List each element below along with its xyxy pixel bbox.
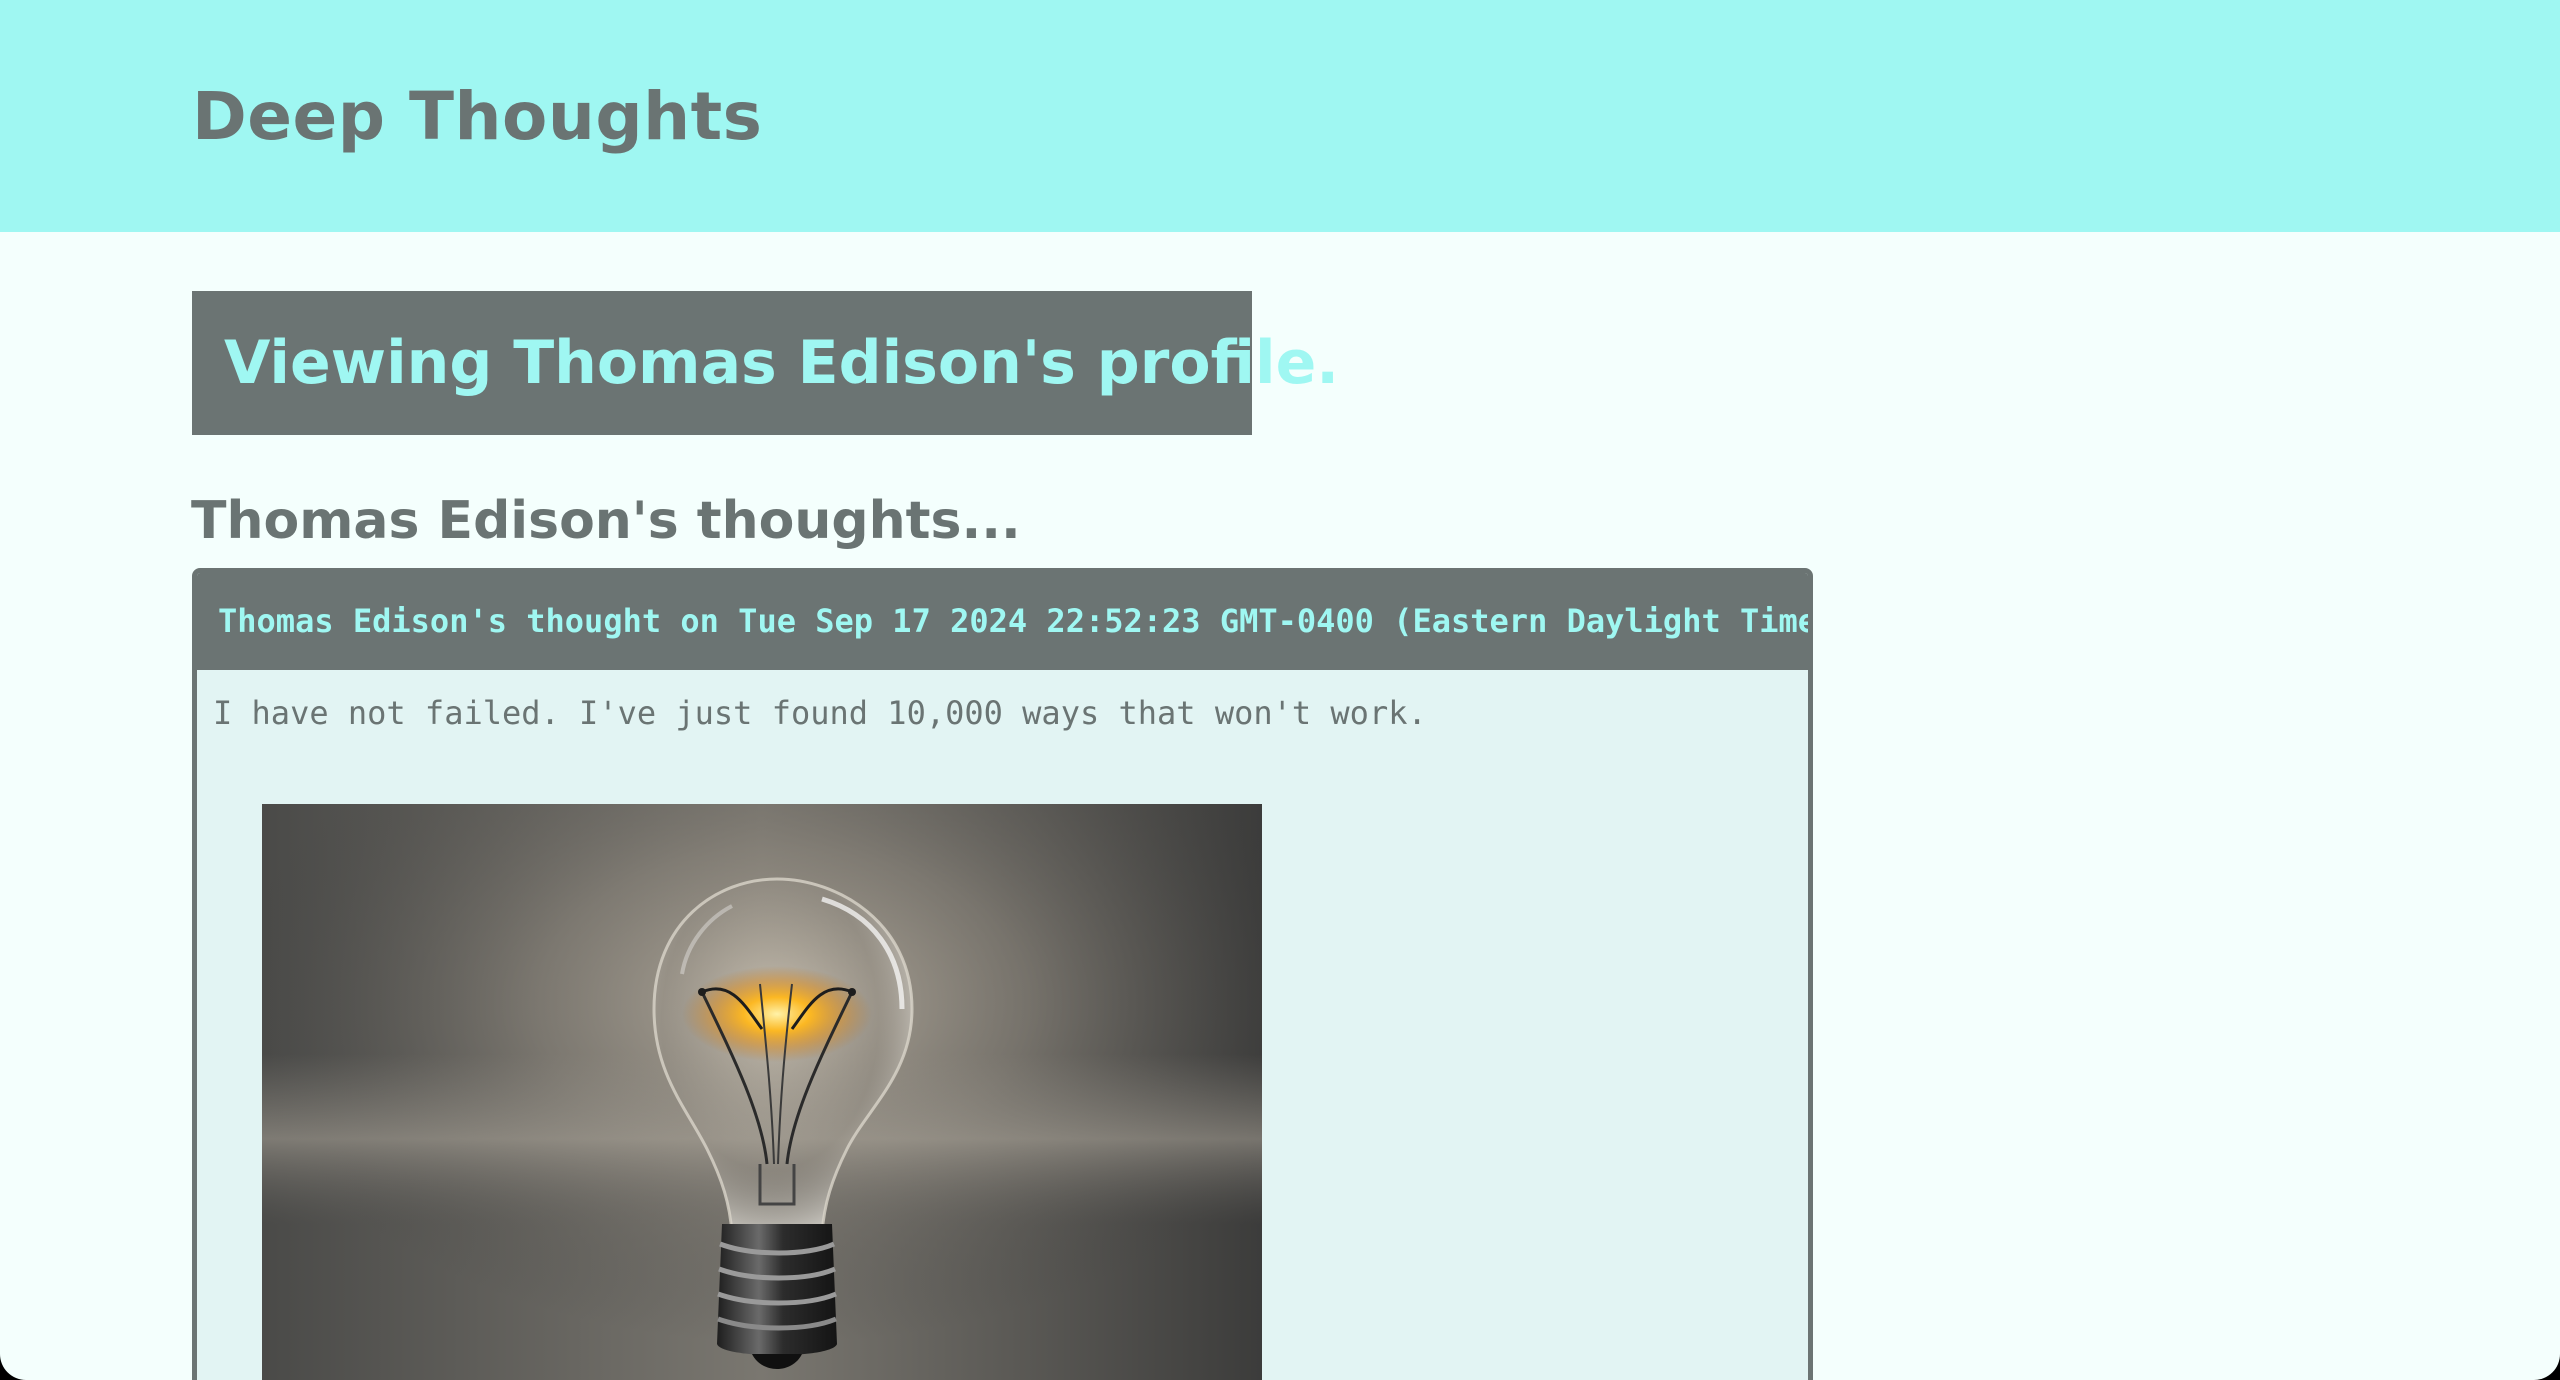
- site-title[interactable]: Deep Thoughts: [192, 72, 762, 162]
- thought-card-header: Thomas Edison's thought on Tue Sep 17 20…: [197, 573, 1808, 670]
- profile-heading: Viewing Thomas Edison's profile.: [224, 328, 1340, 398]
- thought-card: Thomas Edison's thought on Tue Sep 17 20…: [192, 568, 1813, 1380]
- thought-meta: Thomas Edison's thought on Tue Sep 17 20…: [218, 602, 1813, 640]
- light-bulb-image: [262, 804, 1262, 1380]
- profile-banner: Viewing Thomas Edison's profile.: [192, 291, 1339, 435]
- app-header: Deep Thoughts: [0, 0, 2560, 232]
- page: Deep Thoughts Viewing Thomas Edison's pr…: [0, 0, 2560, 1380]
- thought-text: I have not failed. I've just found 10,00…: [213, 694, 1427, 732]
- thoughts-heading: Thomas Edison's thoughts...: [191, 491, 1021, 551]
